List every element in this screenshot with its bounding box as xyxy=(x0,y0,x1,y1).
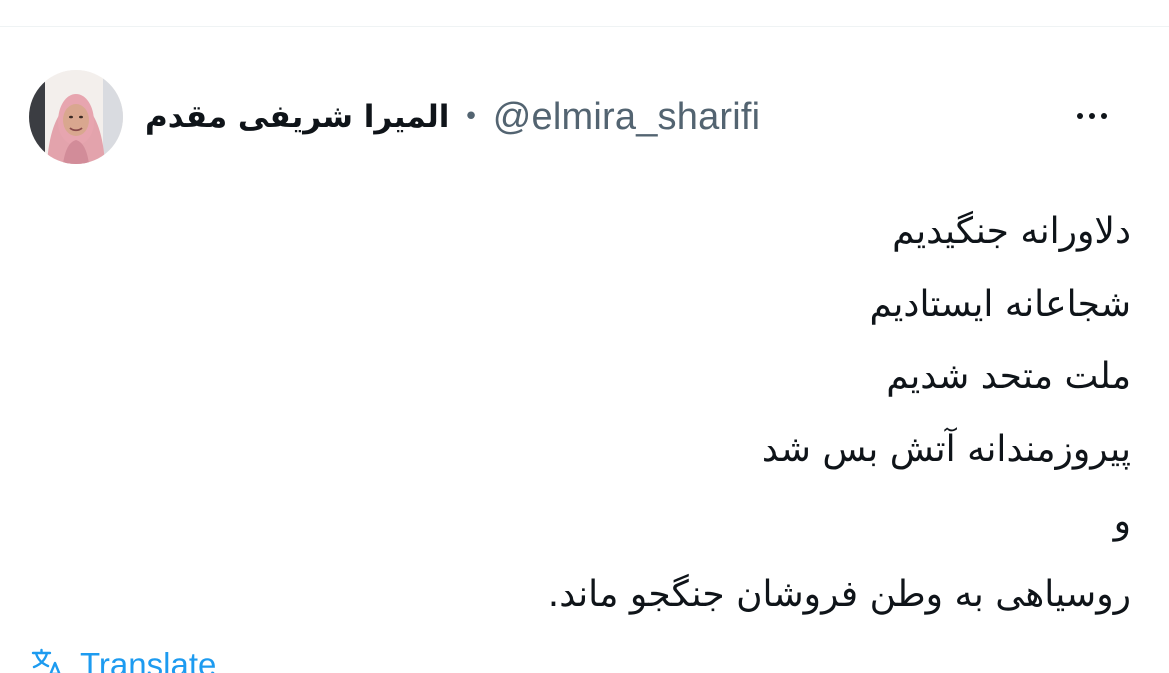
translate-icon xyxy=(31,648,61,673)
avatar-image xyxy=(29,70,123,164)
translate-label: Translate xyxy=(80,645,217,673)
more-horizontal-icon-dot xyxy=(1101,113,1107,119)
top-divider xyxy=(0,26,1169,27)
display-name[interactable]: المیرا شریفی مقدم xyxy=(145,101,449,133)
tweet-line: و xyxy=(1113,501,1131,543)
translate-button[interactable]: Translate xyxy=(30,646,216,673)
tweet-line: پیروزمندانه آتش بس شد xyxy=(761,428,1131,470)
more-options-button[interactable] xyxy=(1062,93,1122,139)
tweet-header: المیرا شریفی مقدم • @elmira_sharifi xyxy=(145,92,760,142)
separator-dot: • xyxy=(463,102,479,132)
more-horizontal-icon xyxy=(1077,113,1083,119)
tweet-text: دلاورانه جنگیدیم شجاعانه ایستادیم ملت مت… xyxy=(231,196,1131,632)
tweet-line: شجاعانه ایستادیم xyxy=(869,283,1131,325)
tweet-line: دلاورانه جنگیدیم xyxy=(892,211,1131,252)
user-handle[interactable]: @elmira_sharifi xyxy=(493,98,761,136)
more-horizontal-icon-dot xyxy=(1089,113,1095,119)
tweet-line: ملت متحد شدیم xyxy=(886,356,1131,398)
tweet-line: روسیاهی به وطن فروشان جنگجو ماند. xyxy=(547,573,1131,615)
tweet-view: المیرا شریفی مقدم • @elmira_sharifi دلاو… xyxy=(0,0,1169,673)
avatar[interactable] xyxy=(29,70,123,164)
